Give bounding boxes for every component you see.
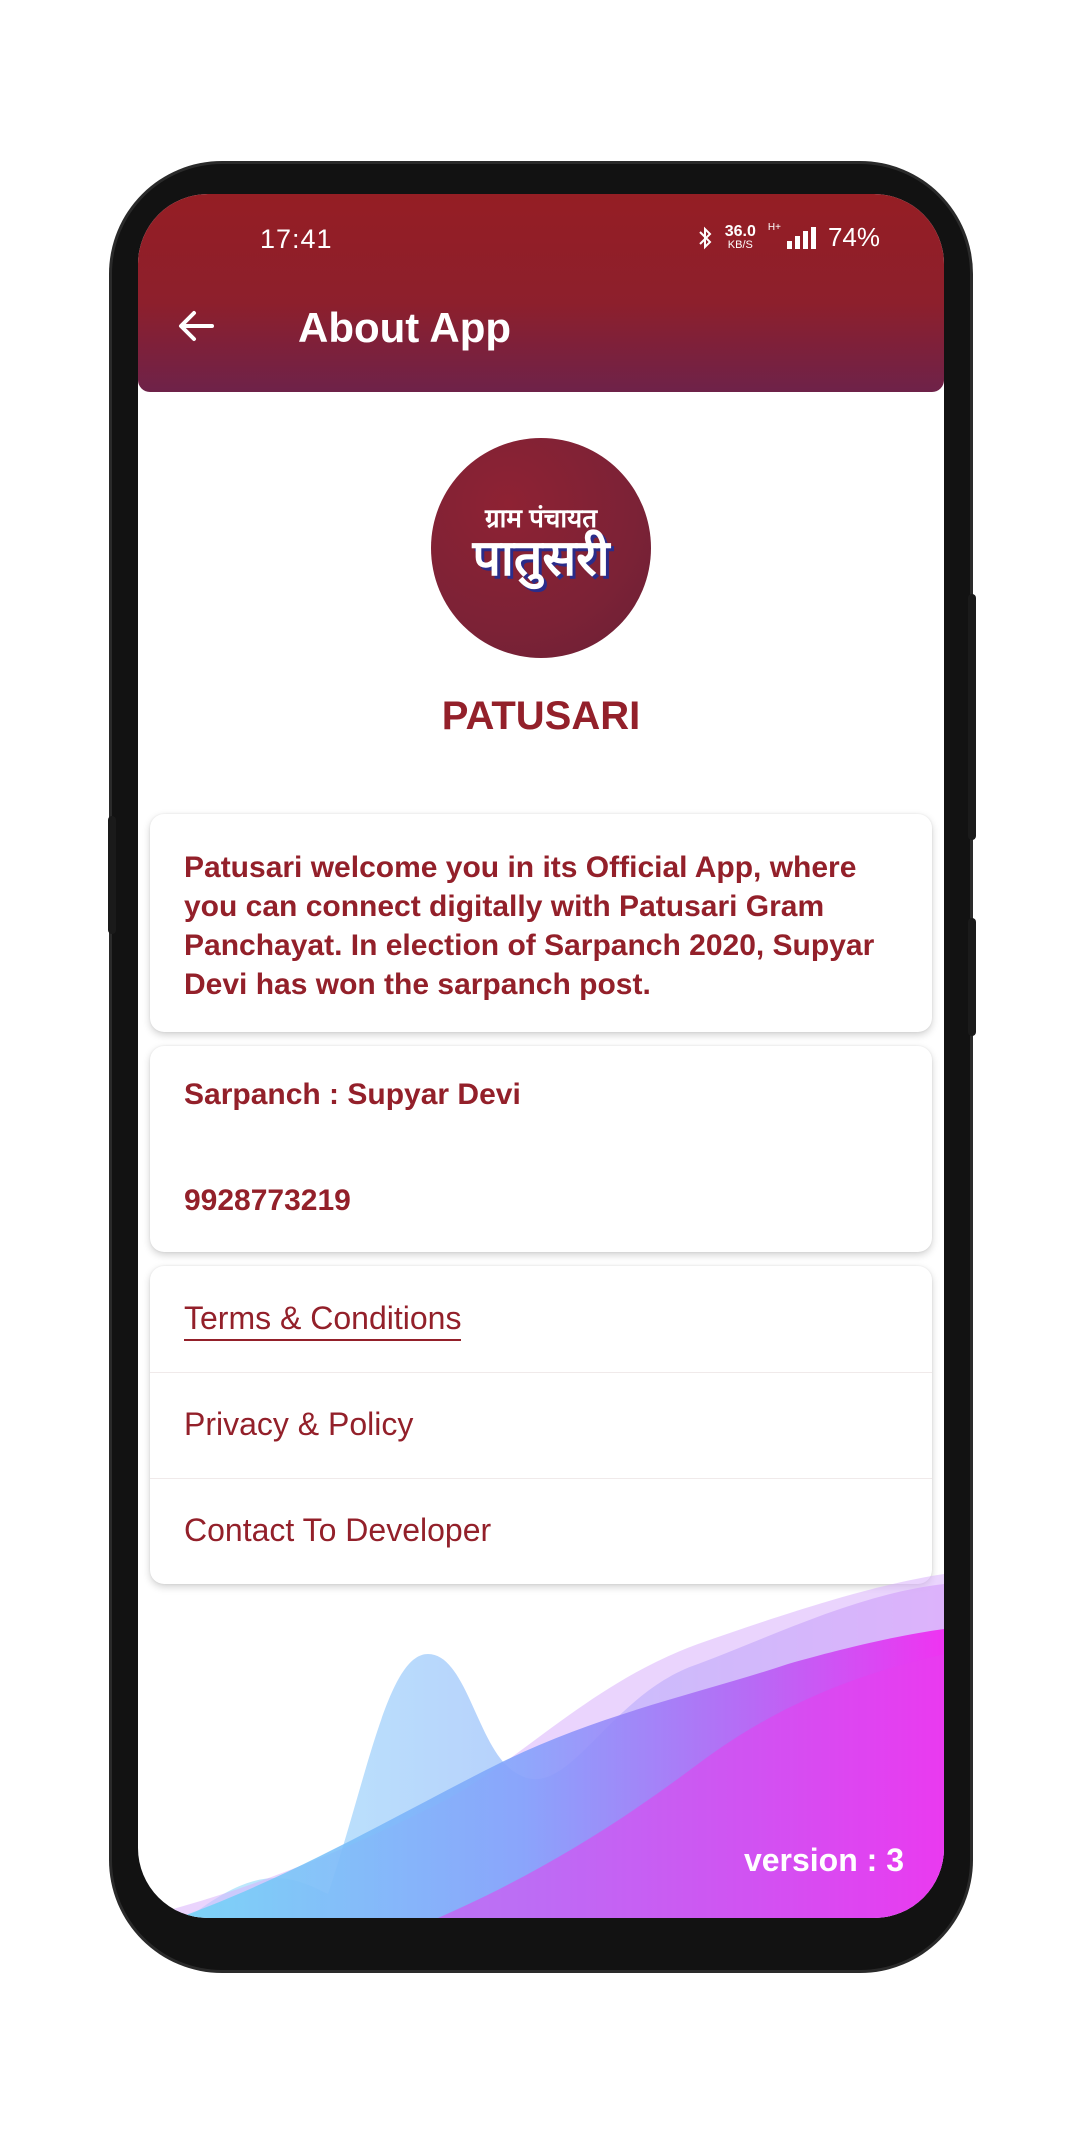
links-card: Terms & Conditions Privacy & Policy Cont… [150, 1266, 932, 1584]
side-button [968, 918, 976, 1036]
network-type: H+ [767, 222, 781, 233]
volume-button [108, 816, 116, 934]
network-speed: 36.0 KB/S [725, 224, 756, 251]
screen: 17:41 36.0 KB/S H+ 74% About App ग्राम प… [138, 194, 944, 1918]
contact-developer-link[interactable]: Contact To Developer [150, 1478, 932, 1584]
power-button [968, 594, 976, 840]
app-name: PATUSARI [441, 694, 641, 738]
status-time: 17:41 [260, 224, 333, 254]
app-logo: ग्राम पंचायत पातुसरी [431, 438, 651, 658]
status-icons: 36.0 KB/S H+ 74% [697, 222, 880, 253]
privacy-policy-label: Privacy & Policy [184, 1406, 414, 1442]
network-speed-unit: KB/S [727, 239, 753, 251]
back-arrow-icon[interactable] [176, 306, 216, 346]
sarpanch-name: Sarpanch : Supyar Devi [184, 1078, 521, 1111]
privacy-policy-link[interactable]: Privacy & Policy [150, 1372, 932, 1479]
app-version: version : 3 [743, 1842, 904, 1878]
intro-card: Patusari welcome you in its Official App… [150, 814, 932, 1032]
sarpanch-phone[interactable]: 9928773219 [184, 1184, 351, 1218]
battery-percent: 74% [827, 222, 880, 252]
network-speed-value: 36.0 [724, 223, 756, 240]
logo-line-2: पातुसरी [472, 529, 610, 586]
bluetooth-icon [699, 226, 712, 249]
terms-conditions-link[interactable]: Terms & Conditions [150, 1266, 932, 1373]
contact-card: Sarpanch : Supyar Devi 9928773219 [150, 1046, 932, 1252]
logo-line-1: ग्राम पंचायत [484, 502, 598, 533]
page-title: About App [298, 304, 512, 351]
terms-conditions-label: Terms & Conditions [184, 1300, 462, 1341]
signal-icon [786, 226, 816, 249]
intro-text: Patusari welcome you in its Official App… [184, 851, 875, 1001]
contact-developer-label: Contact To Developer [184, 1512, 492, 1548]
app-bar: 17:41 36.0 KB/S H+ 74% About App [138, 194, 944, 392]
